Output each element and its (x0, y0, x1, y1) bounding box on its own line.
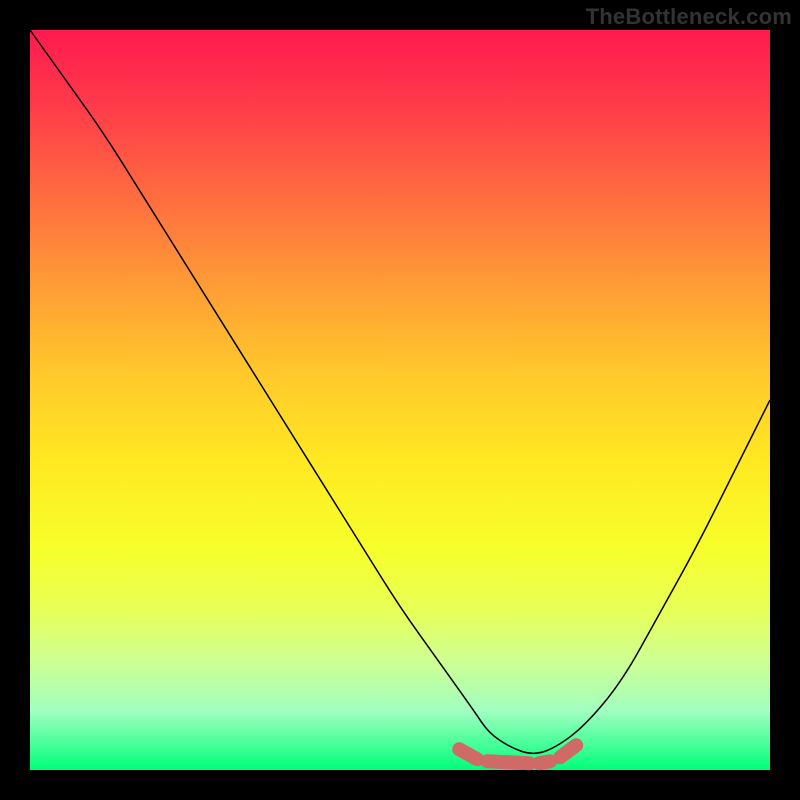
chart-svg (30, 30, 770, 770)
chart-plot-area (30, 30, 770, 770)
bottleneck-curve-line (30, 30, 770, 753)
watermark-text: TheBottleneck.com (586, 4, 792, 30)
optimal-range-marker (459, 745, 576, 763)
